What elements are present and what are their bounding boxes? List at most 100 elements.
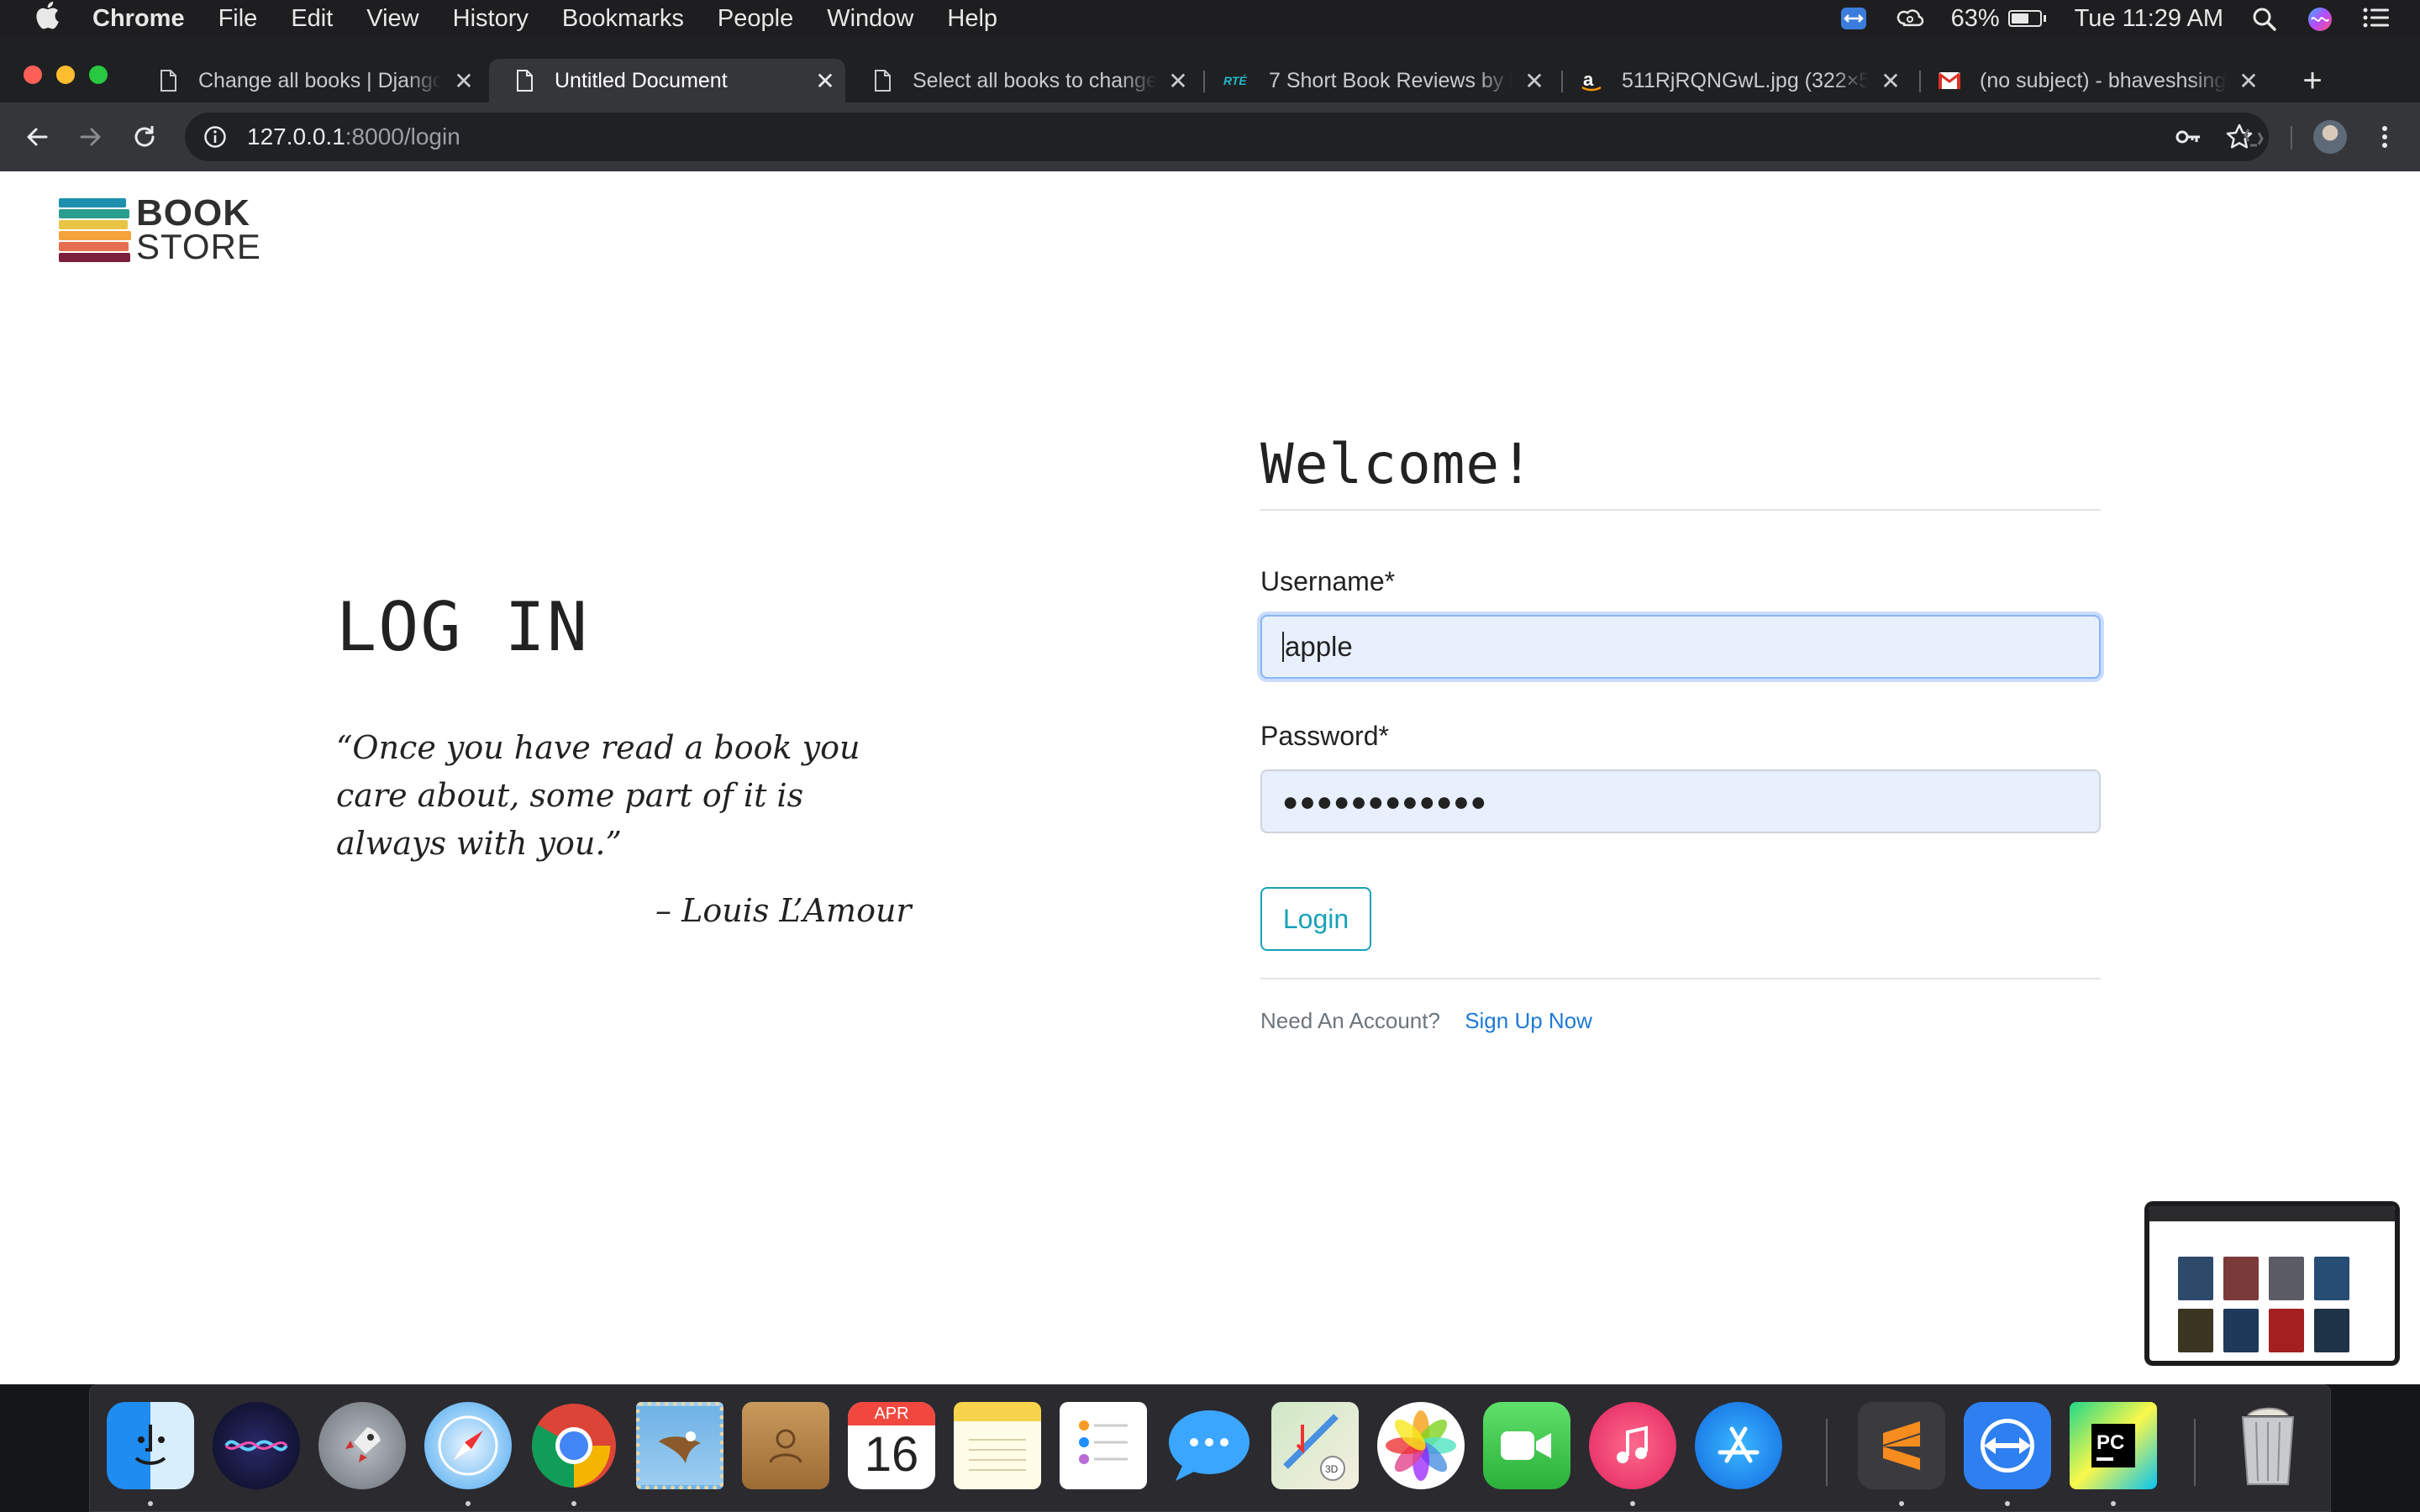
forward-arrow-icon[interactable] bbox=[72, 118, 109, 155]
tab-untitled-document[interactable]: Untitled Document ✕ bbox=[489, 59, 845, 102]
gmail-icon bbox=[1938, 69, 1961, 92]
tab-change-all-books[interactable]: Change all books | Django site admin ✕ bbox=[156, 59, 476, 102]
back-arrow-icon[interactable] bbox=[18, 118, 55, 155]
tab-title: Select all books to change | Django bbox=[913, 68, 1156, 92]
menu-history[interactable]: History bbox=[453, 5, 529, 33]
tab-gmail[interactable]: (no subject) - bhaveshsingh ✕ bbox=[1938, 59, 2260, 102]
bookstore-logo[interactable]: BOOK STORE bbox=[59, 195, 260, 265]
amazon-icon: a bbox=[1580, 69, 1603, 92]
siri-icon[interactable] bbox=[2307, 7, 2334, 31]
username-value: apple bbox=[1285, 631, 1353, 662]
new-tab-button[interactable]: + bbox=[2296, 59, 2329, 102]
menu-view[interactable]: View bbox=[366, 5, 418, 33]
contacts-icon[interactable] bbox=[742, 1402, 829, 1489]
signup-prompt: Need An Account? Sign Up Now bbox=[1260, 1008, 1592, 1034]
rte-icon: RTÉ bbox=[1223, 69, 1250, 92]
profile-avatar[interactable] bbox=[2313, 120, 2347, 154]
finder-icon[interactable] bbox=[107, 1402, 194, 1489]
signup-link[interactable]: Sign Up Now bbox=[1465, 1008, 1592, 1033]
login-button[interactable]: Login bbox=[1260, 887, 1371, 951]
app-store-icon[interactable] bbox=[1695, 1402, 1782, 1489]
tab-select-all-books[interactable]: Select all books to change | Django ✕ bbox=[871, 59, 1190, 102]
browser-toolbar: 127.0.0.1:8000/login bbox=[0, 102, 2420, 171]
tab-short-book-reviews[interactable]: RTÉ 7 Short Book Reviews by RTE ✕ bbox=[1223, 59, 1546, 102]
itunes-icon[interactable] bbox=[1589, 1402, 1676, 1489]
menu-people[interactable]: People bbox=[718, 5, 793, 33]
chrome-icon[interactable] bbox=[530, 1402, 618, 1489]
menu-bookmarks[interactable]: Bookmarks bbox=[562, 5, 684, 33]
menu-file[interactable]: File bbox=[218, 5, 258, 33]
messages-icon[interactable] bbox=[1165, 1402, 1253, 1489]
url-text[interactable]: 127.0.0.1:8000/login bbox=[247, 123, 460, 150]
close-tab-icon[interactable]: ✕ bbox=[1523, 67, 1546, 95]
extension-recycle-icon[interactable] bbox=[2235, 118, 2272, 155]
sublime-text-icon[interactable] bbox=[1858, 1402, 1945, 1489]
notes-icon[interactable] bbox=[954, 1402, 1041, 1489]
username-label: Username* bbox=[1260, 566, 1396, 596]
facetime-icon[interactable] bbox=[1483, 1402, 1570, 1489]
pycharm-icon[interactable]: PC bbox=[2070, 1402, 2157, 1489]
tab-title: 511RjRQNGwL.jpg (322×500) bbox=[1622, 68, 1869, 92]
menu-edit[interactable]: Edit bbox=[291, 5, 333, 33]
clock[interactable]: Tue 11:29 AM bbox=[2075, 5, 2223, 33]
spotlight-search-icon[interactable] bbox=[2252, 7, 2279, 31]
close-tab-icon[interactable]: ✕ bbox=[452, 67, 476, 95]
menu-window[interactable]: Window bbox=[827, 5, 913, 33]
logo-books-graphic bbox=[59, 197, 131, 264]
window-controls bbox=[24, 66, 108, 84]
maps-icon[interactable]: 3D bbox=[1271, 1402, 1359, 1489]
tab-title: (no subject) - bhaveshsingh bbox=[1980, 68, 2227, 92]
close-window-button[interactable] bbox=[24, 66, 42, 84]
svg-text:3D: 3D bbox=[1325, 1463, 1339, 1475]
teamviewer-status-icon[interactable] bbox=[1840, 7, 1867, 30]
key-icon[interactable] bbox=[2175, 124, 2202, 154]
minimize-window-button[interactable] bbox=[56, 66, 75, 84]
password-input[interactable]: ●●●●●●●●●●●● bbox=[1260, 769, 2101, 833]
password-mask: ●●●●●●●●●●●● bbox=[1282, 785, 1487, 816]
quote-author: – Louis L’Amour bbox=[655, 892, 912, 929]
screenshot-preview-thumbnail[interactable] bbox=[2144, 1201, 2400, 1366]
battery-icon bbox=[2007, 10, 2042, 27]
notification-center-icon[interactable] bbox=[2363, 7, 2390, 30]
menu-app-chrome[interactable]: Chrome bbox=[92, 5, 185, 33]
apple-menu-icon[interactable] bbox=[30, 1, 64, 36]
dock-area: APR 16 3D PC bbox=[0, 1384, 2420, 1512]
welcome-title: Welcome! bbox=[1260, 432, 1534, 496]
close-tab-icon[interactable]: ✕ bbox=[813, 67, 837, 95]
site-info-icon[interactable] bbox=[198, 125, 232, 149]
svg-text:a: a bbox=[1583, 69, 1594, 90]
divider bbox=[1260, 509, 2101, 511]
battery-percent: 63% bbox=[1950, 4, 2000, 32]
reminders-icon[interactable] bbox=[1060, 1402, 1147, 1489]
safari-icon[interactable] bbox=[424, 1402, 512, 1489]
tab-image-jpg[interactable]: a 511RjRQNGwL.jpg (322×500) ✕ bbox=[1580, 59, 1902, 102]
text-caret bbox=[1282, 632, 1284, 662]
mail-icon[interactable] bbox=[636, 1402, 723, 1489]
menu-help[interactable]: Help bbox=[947, 5, 997, 33]
calendar-icon[interactable]: APR 16 bbox=[848, 1402, 935, 1489]
macos-menubar: Chrome File Edit View History Bookmarks … bbox=[0, 0, 2420, 37]
reload-icon[interactable] bbox=[126, 118, 163, 155]
close-tab-icon[interactable]: ✕ bbox=[1879, 67, 1902, 95]
teamviewer-icon[interactable] bbox=[1964, 1402, 2051, 1489]
photos-icon[interactable] bbox=[1377, 1402, 1465, 1489]
calendar-day: 16 bbox=[864, 1427, 919, 1482]
calendar-month: APR bbox=[848, 1402, 935, 1425]
login-heading: LOG IN bbox=[336, 588, 589, 666]
trash-icon[interactable] bbox=[2224, 1402, 2312, 1489]
tab-title: Untitled Document bbox=[555, 68, 728, 92]
close-tab-icon[interactable]: ✕ bbox=[1166, 67, 1190, 95]
tab-title: 7 Short Book Reviews by RTE bbox=[1269, 68, 1512, 92]
browser-tab-strip: Change all books | Django site admin ✕ U… bbox=[0, 37, 2420, 102]
zoom-window-button[interactable] bbox=[89, 66, 108, 84]
battery-indicator[interactable]: 63% bbox=[1951, 5, 2046, 33]
username-input[interactable]: apple bbox=[1260, 615, 2101, 679]
close-tab-icon[interactable]: ✕ bbox=[2237, 67, 2260, 95]
address-bar[interactable]: 127.0.0.1:8000/login bbox=[185, 113, 2269, 161]
more-menu-icon[interactable] bbox=[2366, 118, 2403, 155]
need-account-text: Need An Account? bbox=[1260, 1008, 1440, 1033]
tab-title: Change all books | Django site admin bbox=[198, 68, 442, 92]
siri-icon[interactable] bbox=[213, 1402, 300, 1489]
creative-cloud-icon[interactable] bbox=[1896, 7, 1923, 30]
launchpad-icon[interactable] bbox=[318, 1402, 406, 1489]
